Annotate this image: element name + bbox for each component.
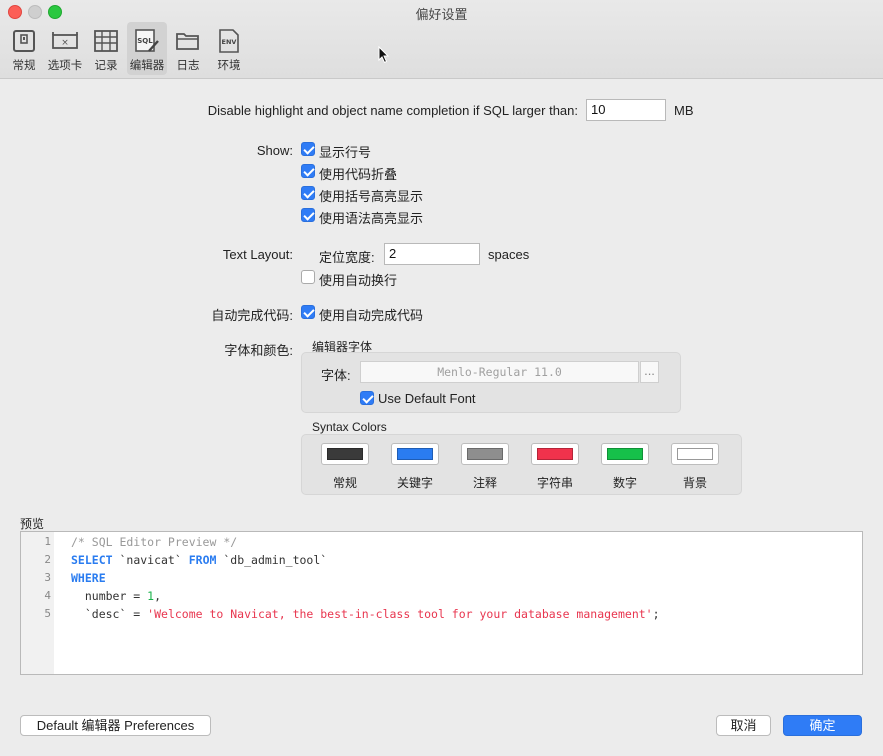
syntax-colors-title: Syntax Colors xyxy=(312,420,387,434)
swatch-comment-label: 注释 xyxy=(472,476,497,490)
grid-icon xyxy=(94,30,118,52)
tab-editor-label: 编辑器 xyxy=(129,60,165,72)
swatch-background-label: 背景 xyxy=(682,476,707,490)
swatch-number-label: 数字 xyxy=(612,476,637,490)
swatch-string-button[interactable] xyxy=(531,443,579,465)
general-icon xyxy=(13,30,35,52)
tab-tabs-label: 选项卡 xyxy=(47,60,83,72)
swatch-background-color xyxy=(677,448,713,460)
tab-environment[interactable]: ENV 环境 xyxy=(209,22,249,75)
swatch-comment-color xyxy=(467,448,503,460)
tab-log[interactable]: 日志 xyxy=(168,22,208,75)
svg-text:×: × xyxy=(61,38,69,48)
use-default-font-label: Use Default Font xyxy=(378,391,476,406)
tab-log-label: 日志 xyxy=(176,60,200,72)
font-label: 字体: xyxy=(321,368,351,383)
code-folding-label: 使用代码折叠 xyxy=(319,167,398,182)
swatch-keyword-label: 关键字 xyxy=(396,476,433,490)
svg-text:SQL: SQL xyxy=(137,37,153,45)
syntax-highlight-checkbox[interactable] xyxy=(301,208,315,222)
code-text: ; xyxy=(652,607,660,621)
code-text: `desc` = xyxy=(71,607,148,621)
tab-width-input[interactable]: 2 xyxy=(384,243,480,265)
mouse-cursor-icon xyxy=(378,46,390,64)
tab-general[interactable]: 常规 xyxy=(4,22,44,75)
folder-icon xyxy=(176,33,199,50)
code-line-5: `desc` = 'Welcome to Navicat, the best-i… xyxy=(71,607,660,621)
sql-limit-label: Disable highlight and object name comple… xyxy=(207,103,578,118)
show-label: Show: xyxy=(256,143,293,158)
use-default-font-checkbox[interactable] xyxy=(360,391,374,405)
tab-width-label: 定位宽度: xyxy=(319,250,375,265)
line-number: 4 xyxy=(44,589,51,602)
swatch-general-button[interactable] xyxy=(321,443,369,465)
tab-tabs[interactable]: × 选项卡 xyxy=(45,22,85,75)
swatch-number-button[interactable] xyxy=(601,443,649,465)
preferences-toolbar: 常规 × 选项卡 记录 SQL 编辑器 日志 ENV 环境 xyxy=(4,22,250,76)
swatch-general-label: 常规 xyxy=(332,476,357,490)
code-keyword: SELECT xyxy=(71,553,113,567)
word-wrap-checkbox[interactable] xyxy=(301,270,315,284)
swatch-string-label: 字符串 xyxy=(536,476,573,490)
font-color-label: 字体和颜色: xyxy=(224,343,293,358)
line-number: 1 xyxy=(44,535,51,548)
code-folding-checkbox[interactable] xyxy=(301,164,315,178)
swatch-string-color xyxy=(537,448,573,460)
sql-limit-input[interactable]: 10 xyxy=(586,99,666,121)
word-wrap-label: 使用自动换行 xyxy=(319,273,398,288)
line-number: 3 xyxy=(44,571,51,584)
autocomplete-option-label: 使用自动完成代码 xyxy=(319,308,424,323)
code-line-3: WHERE xyxy=(71,571,106,585)
tab-records-label: 记录 xyxy=(94,60,118,72)
svg-text:ENV: ENV xyxy=(222,38,237,46)
swatch-number-color xyxy=(607,448,643,460)
default-preferences-button[interactable]: Default 编辑器 Preferences xyxy=(20,715,211,736)
title-bar: 偏好设置 常规 × 选项卡 记录 SQL 编辑器 日志 ENV 环境 xyxy=(0,0,883,79)
swatch-background-button[interactable] xyxy=(671,443,719,465)
code-keyword: FROM xyxy=(188,553,217,567)
font-display-field: Menlo-Regular 11.0 xyxy=(360,361,639,383)
code-identifier: `db_admin_tool` xyxy=(216,553,328,567)
tab-general-label: 常规 xyxy=(12,60,36,72)
preview-label: 预览 xyxy=(20,517,45,531)
text-layout-label: Text Layout: xyxy=(222,247,293,262)
tab-environment-label: 环境 xyxy=(217,60,241,72)
cancel-button[interactable]: 取消 xyxy=(716,715,771,736)
code-line-4: number = 1, xyxy=(71,589,161,603)
code-string: 'Welcome to Navicat, the best-in-class t… xyxy=(147,607,653,621)
swatch-general-color xyxy=(327,448,363,460)
tab-width-unit: spaces xyxy=(488,247,530,262)
code-text: number = xyxy=(71,589,148,603)
swatch-keyword-button[interactable] xyxy=(391,443,439,465)
code-keyword: WHERE xyxy=(71,571,106,585)
bracket-highlight-label: 使用括号高亮显示 xyxy=(319,189,424,204)
show-line-numbers-label: 显示行号 xyxy=(319,145,372,160)
window-title: 偏好设置 xyxy=(415,7,468,22)
env-icon: ENV xyxy=(219,29,239,53)
sql-limit-unit: MB xyxy=(674,103,694,118)
code-identifier: `navicat` xyxy=(112,553,189,567)
line-number: 2 xyxy=(44,553,51,566)
swatch-keyword-color xyxy=(397,448,433,460)
code-line-1: /* SQL Editor Preview */ xyxy=(71,535,237,549)
code-line-2: SELECT `navicat` FROM `db_admin_tool` xyxy=(71,553,327,567)
sql-preview-editor[interactable]: 1 2 3 4 5 /* SQL Editor Preview */ SELEC… xyxy=(20,531,863,675)
syntax-highlight-label: 使用语法高亮显示 xyxy=(319,211,424,226)
show-line-numbers-checkbox[interactable] xyxy=(301,142,315,156)
ok-button[interactable]: 确定 xyxy=(783,715,862,736)
font-browse-button[interactable]: ... xyxy=(640,361,659,383)
sql-editor-icon: SQL xyxy=(135,29,159,52)
bracket-highlight-checkbox[interactable] xyxy=(301,186,315,200)
autocomplete-label: 自动完成代码: xyxy=(211,308,293,323)
swatch-comment-button[interactable] xyxy=(461,443,509,465)
line-number: 5 xyxy=(44,607,51,620)
tabs-icon: × xyxy=(52,32,78,49)
autocomplete-checkbox[interactable] xyxy=(301,305,315,319)
code-text: , xyxy=(154,589,162,603)
code-comment: /* SQL Editor Preview */ xyxy=(71,535,238,549)
tab-editor[interactable]: SQL 编辑器 xyxy=(127,22,167,75)
tab-records[interactable]: 记录 xyxy=(86,22,126,75)
